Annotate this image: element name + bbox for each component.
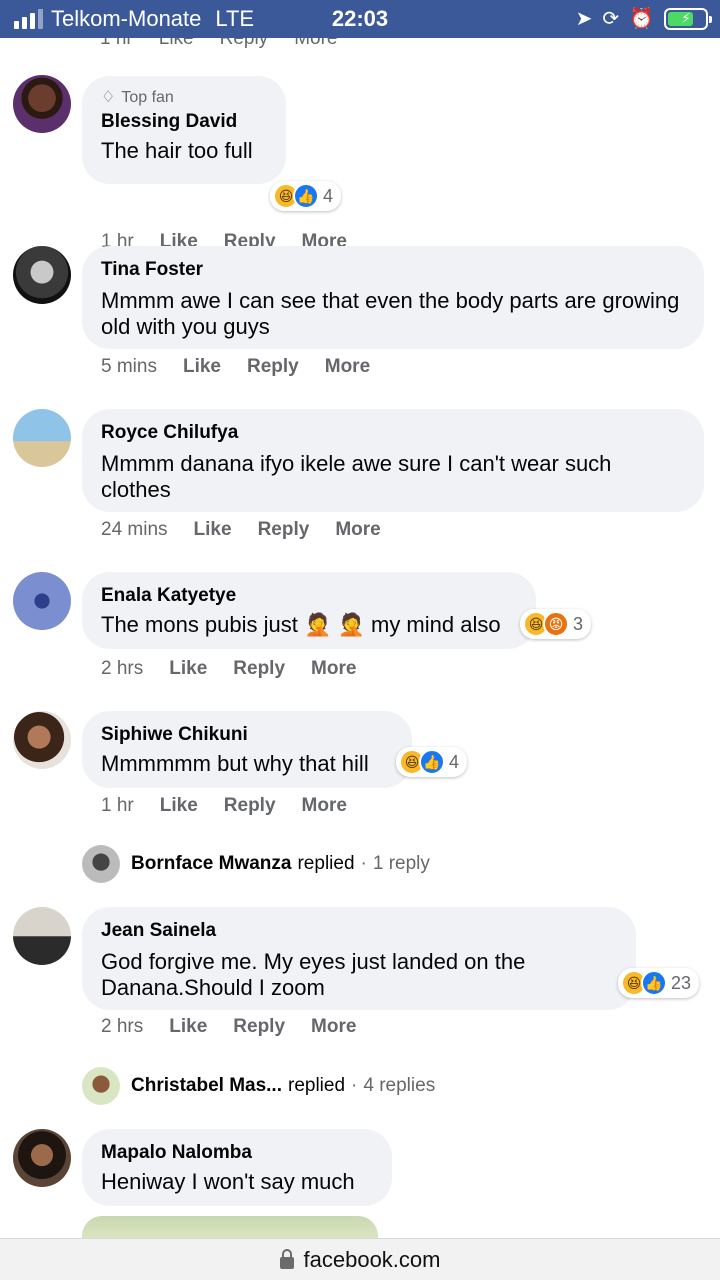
commenter-name[interactable]: Jean Sainela	[101, 919, 616, 943]
reply-button[interactable]: Reply	[247, 356, 299, 378]
commenter-name[interactable]: Royce Chilufya	[101, 421, 684, 445]
location-arrow-icon: ➤	[575, 8, 593, 30]
reaction-summary[interactable]: 😆 👍 4	[270, 181, 342, 211]
comment-actions: 1 hr Like Reply More	[101, 795, 347, 817]
reaction-summary[interactable]: 😆 👍 23	[618, 968, 700, 998]
signal-strength-icon	[14, 9, 43, 29]
comment-image-preview[interactable]	[82, 1216, 378, 1238]
avatar[interactable]	[13, 246, 71, 304]
comments-feed[interactable]: 1 hr Like Reply More ♢ Top fan Blessing …	[0, 38, 720, 1238]
avatar[interactable]	[13, 409, 71, 467]
reply-button[interactable]: Reply	[224, 795, 276, 817]
commenter-name[interactable]: Enala Katyetye	[101, 584, 516, 608]
comment-text: The mons pubis just 🤦 🤦 my mind also	[101, 612, 501, 637]
comment-text: God forgive me. My eyes just landed on t…	[101, 949, 526, 1000]
carrier-name: Telkom-Monate	[51, 6, 202, 31]
reply-button[interactable]: Reply	[258, 519, 310, 541]
comment-actions: 24 mins Like Reply More	[101, 519, 381, 541]
comment-text: Heniway I won't say much	[101, 1169, 355, 1194]
comment-time: 1 hr	[101, 795, 134, 816]
like-button[interactable]: Like	[169, 1016, 207, 1038]
more-button[interactable]: More	[311, 658, 356, 680]
avatar[interactable]	[13, 1129, 71, 1187]
comment-bubble[interactable]: ♢ Top fan Blessing David The hair too fu…	[82, 76, 286, 184]
avatar[interactable]	[13, 907, 71, 965]
comment-bubble[interactable]: Siphiwe Chikuni Mmmmmm but why that hill	[82, 711, 412, 788]
like-reaction-icon: 👍	[293, 183, 319, 209]
comment-actions: 5 mins Like Reply More	[101, 356, 370, 378]
reaction-summary[interactable]: 😆 👍 4	[396, 747, 468, 777]
diamond-icon: ♢	[101, 89, 116, 106]
orientation-lock-icon: ⟳	[602, 8, 620, 30]
commenter-name[interactable]: Tina Foster	[101, 258, 684, 282]
avatar[interactable]	[13, 572, 71, 630]
like-button[interactable]: Like	[169, 658, 207, 680]
comment-bubble[interactable]: Enala Katyetye The mons pubis just 🤦 🤦 m…	[82, 572, 536, 649]
more-button[interactable]: More	[311, 1016, 356, 1038]
avatar	[82, 1067, 120, 1105]
reply-count: 1 reply	[372, 853, 430, 874]
comment-text: The hair too full	[101, 138, 253, 163]
comment-text: Mmmm danana ifyo ikele awe sure I can't …	[101, 451, 612, 502]
comment-bubble[interactable]: Tina Foster Mmmm awe I can see that even…	[82, 246, 704, 349]
like-button[interactable]: Like	[194, 519, 232, 541]
comment-bubble[interactable]: Jean Sainela God forgive me. My eyes jus…	[82, 907, 636, 1010]
comment-bubble[interactable]: Mapalo Nalomba Heniway I won't say much	[82, 1129, 392, 1206]
replier-name: Christabel Mas...	[131, 1075, 282, 1096]
comment-text: Mmmmmm but why that hill	[101, 751, 369, 776]
commenter-name[interactable]: Blessing David	[101, 110, 266, 134]
commenter-name[interactable]: Siphiwe Chikuni	[101, 723, 392, 747]
previous-comment-actions: 1 hr Like Reply More	[100, 38, 338, 49]
comment-actions: 2 hrs Like Reply More	[101, 658, 356, 680]
more-button[interactable]: More	[335, 519, 380, 541]
alarm-clock-icon: ⏰	[629, 8, 654, 30]
like-button[interactable]: Like	[183, 356, 221, 378]
comment-time: 5 mins	[101, 356, 157, 377]
lock-icon	[279, 1248, 294, 1269]
more-button[interactable]: More	[302, 795, 347, 817]
like-button[interactable]: Like	[160, 795, 198, 817]
avatar	[82, 845, 120, 883]
comment-actions: 2 hrs Like Reply More	[101, 1016, 356, 1038]
browser-address-bar[interactable]: facebook.com	[0, 1238, 720, 1280]
comment-time: 2 hrs	[101, 1016, 144, 1037]
angry-reaction-icon: 😡	[543, 611, 569, 637]
comment-time: 2 hrs	[101, 658, 144, 679]
reply-button[interactable]: Reply	[233, 1016, 285, 1038]
top-fan-badge: ♢ Top fan	[101, 89, 174, 106]
comment-text: Mmmm awe I can see that even the body pa…	[101, 288, 680, 339]
replier-name: Bornface Mwanza	[131, 853, 292, 874]
like-reaction-icon: 👍	[419, 749, 445, 775]
avatar[interactable]	[13, 75, 71, 133]
url-text[interactable]: facebook.com	[304, 1247, 441, 1273]
view-replies-link[interactable]: Bornface Mwanza replied · 1 reply	[82, 845, 430, 883]
more-button[interactable]: More	[325, 356, 370, 378]
status-bar: Telkom-Monate LTE 22:03 ➤ ⟳ ⏰ ⚡	[0, 0, 720, 38]
view-replies-link[interactable]: Christabel Mas... replied · 4 replies	[82, 1067, 435, 1105]
comment-bubble[interactable]: Royce Chilufya Mmmm danana ifyo ikele aw…	[82, 409, 704, 512]
battery-charging-icon: ⚡	[664, 8, 712, 30]
reply-button[interactable]: Reply	[233, 658, 285, 680]
commenter-name[interactable]: Mapalo Nalomba	[101, 1141, 372, 1165]
avatar[interactable]	[13, 711, 71, 769]
reaction-summary[interactable]: 😆 😡 3	[520, 609, 592, 639]
network-type: LTE	[215, 6, 255, 31]
comment-time: 24 mins	[101, 519, 168, 540]
like-reaction-icon: 👍	[641, 970, 667, 996]
reply-count: 4 replies	[363, 1075, 436, 1096]
